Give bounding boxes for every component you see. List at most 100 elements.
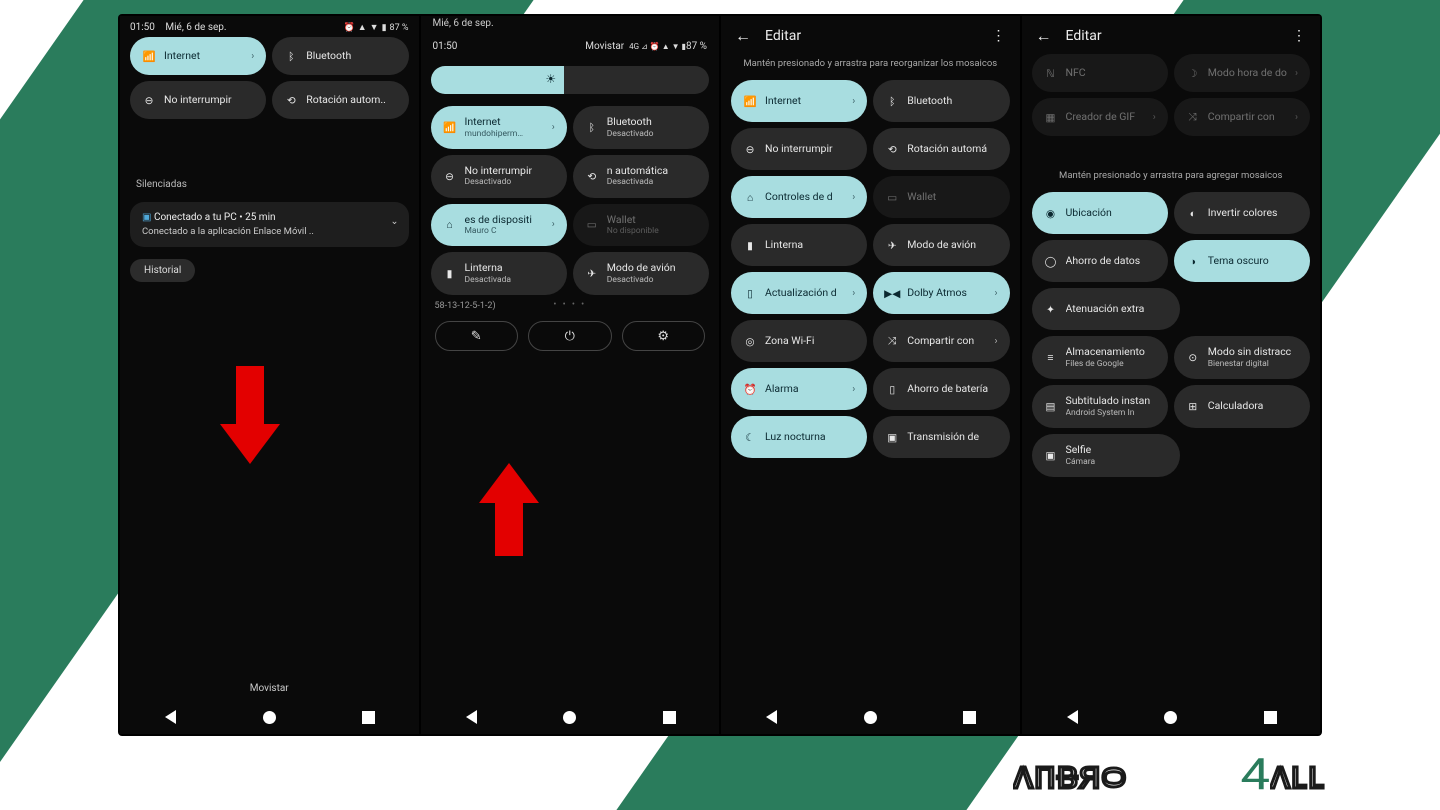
qs-tile-data[interactable]: ◯Ahorro de datos	[1032, 240, 1168, 282]
wallet-icon: ▭	[585, 218, 599, 232]
qs-tile-gif[interactable]: ▦Creador de GIF›	[1032, 98, 1168, 136]
qs-tile-location[interactable]: ◉Ubicación	[1032, 192, 1168, 234]
qs-tile-plane[interactable]: ✈Modo de avión	[873, 224, 1009, 266]
calc-icon: ⊞	[1186, 400, 1200, 414]
nav-back-icon[interactable]	[163, 710, 176, 724]
nav-home-icon[interactable]	[864, 711, 877, 724]
qs-tile-share[interactable]: ⤨Compartir con›	[1174, 98, 1310, 136]
qs-tile-wifi[interactable]: 📶Internet›	[731, 80, 867, 122]
footer-text: 58-13-12-5-1-2)	[435, 301, 554, 311]
qs-tile-nfc[interactable]: ℕNFC	[1032, 54, 1168, 92]
back-arrow-icon[interactable]: ←	[1036, 26, 1052, 46]
qs-tile-phone[interactable]: ▯Actualización d›	[731, 272, 867, 314]
tile-label: Ahorro de batería	[907, 383, 997, 396]
caption-icon: ▤	[1044, 400, 1058, 414]
qs-tile-dnd[interactable]: ⊖No interrumpir	[731, 128, 867, 170]
nav-home-icon[interactable]	[1164, 711, 1177, 724]
settings-button[interactable]: ⚙	[622, 321, 706, 351]
qs-tile-battery[interactable]: ▯Ahorro de batería	[873, 368, 1009, 410]
alarm-icon: ⏰	[743, 382, 757, 396]
tile-label: Modo sin distraccBienestar digital	[1208, 346, 1298, 369]
nav-recent-icon[interactable]	[663, 711, 676, 724]
qs-tile-rotate[interactable]: ⟲n automáticaDesactivada	[573, 155, 709, 198]
qs-tile-hotspot[interactable]: ◎Zona Wi-Fi	[731, 320, 867, 362]
qs-tile-bed[interactable]: ☽Modo hora de do›	[1174, 54, 1310, 92]
qs-tile-share[interactable]: ⤨Compartir con›	[873, 320, 1009, 362]
screen-3-edit-tiles: ← Editar ⋮ Mantén presionado y arrastra …	[721, 16, 1020, 734]
svg-text:ᴧᴨᴃᴙᴑ: ᴧᴨᴃᴙᴑ	[1013, 751, 1127, 798]
qs-tile-home[interactable]: ⌂es de dispositiMauro C›	[431, 204, 567, 247]
tile-label: Invertir colores	[1208, 207, 1298, 220]
tile-label: No interrumpir	[164, 94, 254, 107]
qs-tile-flash[interactable]: ▮LinternaDesactivada	[431, 252, 567, 295]
screen-2-quick-settings: Mié, 6 de sep. 01:50 Movistar 4G ⊿ ⏰ ▲ ▼…	[421, 16, 720, 734]
history-chip[interactable]: Historial	[130, 259, 195, 282]
nav-bar	[421, 700, 720, 734]
qs-tile-bt[interactable]: ᛒBluetoothDesactivado	[573, 106, 709, 149]
edit-tiles-button[interactable]: ✎	[435, 321, 519, 351]
qs-tile-bt[interactable]: ᛒBluetooth	[272, 37, 408, 75]
qs-tile-wifi[interactable]: 📶Internetmundohiperm…›	[431, 106, 567, 149]
qs-tile-invert[interactable]: ◐Invertir colores	[1174, 192, 1310, 234]
nav-back-icon[interactable]	[764, 710, 777, 724]
notification-card[interactable]: ▣ Conectado a tu PC • 25 min Conectado a…	[130, 202, 409, 247]
moon-icon: ☾	[743, 430, 757, 444]
expand-icon[interactable]: ⌄	[391, 216, 399, 227]
qs-tile-wifi[interactable]: 📶Internet›	[130, 37, 266, 75]
nav-recent-icon[interactable]	[362, 711, 375, 724]
flash-icon: ▮	[443, 267, 457, 281]
qs-tile-cast[interactable]: ▣Transmisión de	[873, 416, 1009, 458]
qs-tile-wallet[interactable]: ▭WalletNo disponible	[573, 204, 709, 247]
tile-label: Rotación automá	[907, 143, 997, 156]
qs-tile-storage[interactable]: ≡AlmacenamientoFiles de Google	[1032, 336, 1168, 379]
back-arrow-icon[interactable]: ←	[735, 26, 751, 46]
focus-icon: ⊙	[1186, 351, 1200, 365]
nav-back-icon[interactable]	[464, 710, 477, 724]
more-icon[interactable]: ⋮	[992, 28, 1006, 44]
tile-label: Calculadora	[1208, 400, 1298, 413]
qs-tile-home[interactable]: ⌂Controles de d›	[731, 176, 867, 218]
qs-tile-dolby[interactable]: ▶◀Dolby Atmos›	[873, 272, 1009, 314]
qs-tile-rotate[interactable]: ⟲Rotación autom..	[272, 81, 408, 119]
qs-tile-dark[interactable]: ◑Tema oscuro	[1174, 240, 1310, 282]
share-icon: ⤨	[885, 334, 899, 348]
qs-tile-bt[interactable]: ᛒBluetooth	[873, 80, 1009, 122]
chevron-right-icon: ›	[1295, 68, 1298, 79]
nav-recent-icon[interactable]	[963, 711, 976, 724]
nav-recent-icon[interactable]	[1264, 711, 1277, 724]
status-bar: 01:50 Movistar 4G ⊿ ⏰ ▲ ▼ ▮87 %	[421, 37, 720, 58]
nav-home-icon[interactable]	[563, 711, 576, 724]
qs-tile-alarm[interactable]: ⏰Alarma›	[731, 368, 867, 410]
tile-label: Ahorro de datos	[1066, 255, 1156, 268]
edit-title: Editar	[1066, 28, 1102, 44]
red-arrow-up	[479, 446, 539, 556]
gif-icon: ▦	[1044, 110, 1058, 124]
qs-tile-calc[interactable]: ⊞ Calculadora	[1174, 385, 1310, 428]
chevron-right-icon: ›	[994, 288, 997, 299]
nav-bar	[120, 700, 419, 734]
more-icon[interactable]: ⋮	[1292, 28, 1306, 44]
qs-tile-wallet[interactable]: ▭Wallet	[873, 176, 1009, 218]
qs-tile-dim[interactable]: ✦Atenuación extra	[1032, 288, 1180, 330]
nav-back-icon[interactable]	[1065, 710, 1078, 724]
qs-tile-caption[interactable]: ▤Subtitulado instanAndroid System In	[1032, 385, 1168, 428]
qs-tile-dnd[interactable]: ⊖No interrumpir	[130, 81, 266, 119]
qs-tile-rotate[interactable]: ⟲Rotación automá	[873, 128, 1009, 170]
flash-icon: ▮	[743, 238, 757, 252]
tile-label: Wallet	[907, 191, 997, 204]
reorganize-hint: Mantén presionado y arrastra para reorga…	[721, 54, 1020, 80]
qs-tile-camera[interactable]: ▣SelfieCámara	[1032, 434, 1180, 477]
home-icon: ⌂	[443, 218, 457, 232]
screen-1-notification-shade: 01:50 Mié, 6 de sep. ⏰▲▼▮87 % 📶Internet›…	[120, 16, 419, 734]
qs-tile-focus[interactable]: ⊙ Modo sin distraccBienestar digital	[1174, 336, 1310, 379]
status-date: Mié, 6 de sep.	[421, 16, 720, 37]
add-hint: Mantén presionado y arrastra para agrega…	[1022, 166, 1321, 192]
chevron-right-icon: ›	[994, 336, 997, 347]
qs-tile-flash[interactable]: ▮Linterna	[731, 224, 867, 266]
power-button[interactable]: ⏻	[528, 321, 612, 351]
qs-tile-plane[interactable]: ✈Modo de aviónDesactivado	[573, 252, 709, 295]
qs-tile-dnd[interactable]: ⊖No interrumpirDesactivado	[431, 155, 567, 198]
nav-home-icon[interactable]	[263, 711, 276, 724]
qs-tile-moon[interactable]: ☾Luz nocturna	[731, 416, 867, 458]
brightness-slider[interactable]: ☀	[431, 66, 710, 94]
